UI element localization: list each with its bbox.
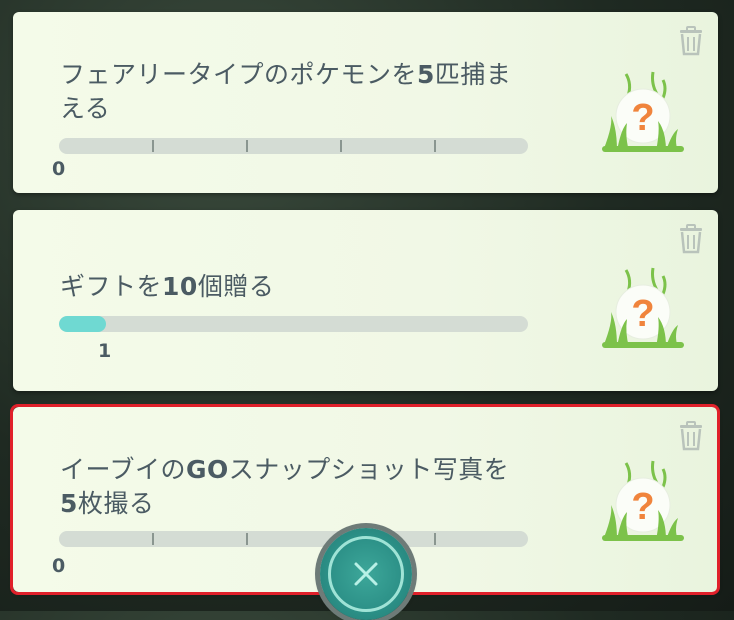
progress-tick [152, 140, 154, 152]
svg-text:?: ? [631, 486, 654, 528]
progress-bar [59, 531, 528, 547]
trash-icon[interactable] [678, 26, 704, 56]
progress-tick [152, 533, 154, 545]
close-icon [354, 562, 378, 586]
mystery-grass-question-icon: ? [598, 262, 688, 352]
progress-bar [59, 316, 528, 332]
progress-count: 0 [52, 158, 66, 180]
svg-text:?: ? [631, 293, 654, 335]
progress-fill [59, 316, 106, 332]
progress-bar [59, 138, 528, 154]
mystery-grass-question-icon: ? [598, 455, 688, 545]
task-card-fairy[interactable]: フェアリータイプのポケモンを5匹捕ま える 0 ? [13, 12, 718, 193]
progress-tick [434, 140, 436, 152]
progress-tick [434, 533, 436, 545]
progress-tick [246, 533, 248, 545]
progress-tick [340, 140, 342, 152]
progress-count: 1 [98, 340, 112, 362]
close-button[interactable] [320, 528, 412, 620]
progress-tick [246, 140, 248, 152]
svg-text:?: ? [631, 97, 654, 139]
mystery-grass-question-icon: ? [598, 66, 688, 156]
task-card-gift[interactable]: ギフトを10個贈る 1 ? [13, 210, 718, 391]
progress-count: 0 [52, 555, 66, 577]
task-description: ギフトを10個贈る [60, 272, 275, 301]
trash-icon[interactable] [678, 224, 704, 254]
trash-icon[interactable] [678, 421, 704, 451]
task-description: イーブイのGOスナップショット写真を 5枚撮る [60, 455, 510, 518]
task-description: フェアリータイプのポケモンを5匹捕ま える [60, 60, 512, 123]
